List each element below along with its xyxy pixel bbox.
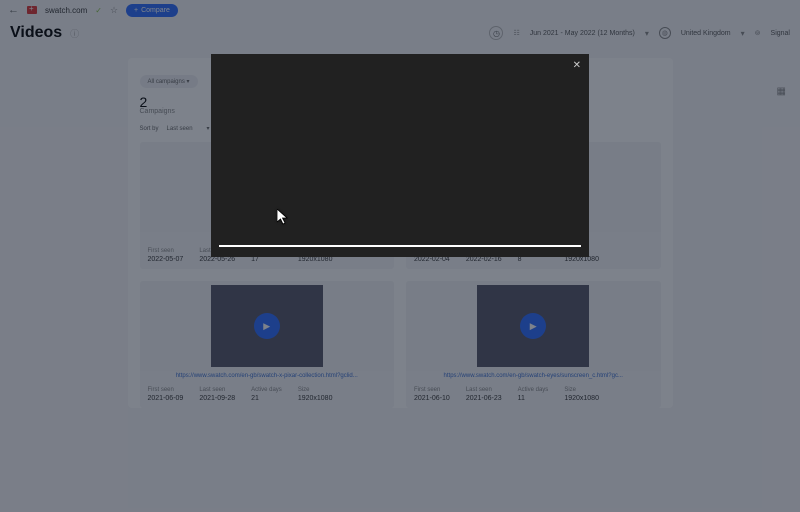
close-icon[interactable]: ✕ [573, 60, 581, 71]
video-player[interactable]: ✕ [211, 54, 589, 257]
video-modal-overlay[interactable]: ✕ [0, 0, 800, 512]
video-progress-bar[interactable] [219, 245, 581, 247]
